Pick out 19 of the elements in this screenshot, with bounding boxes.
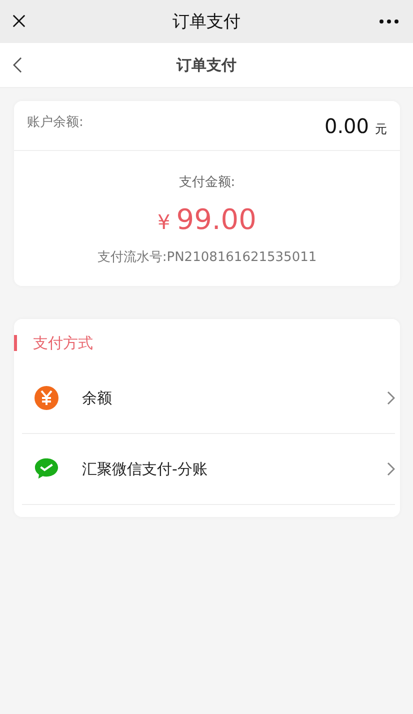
window-title: 订单支付: [172, 10, 240, 32]
chat-bubble-check-icon: [34, 457, 59, 481]
payment-amount: 99.00: [176, 203, 256, 236]
close-icon[interactable]: [12, 14, 26, 28]
chevron-right-icon: [387, 462, 395, 476]
payment-label: 支付金额:: [178, 174, 236, 191]
back-icon[interactable]: [13, 57, 22, 73]
page-title: 订单支付: [176, 56, 236, 74]
section-title: 支付方式: [33, 334, 93, 352]
currency-symbol: ¥: [158, 210, 170, 234]
payment-method-item[interactable]: 汇聚微信支付-分账: [22, 434, 395, 505]
payment-method-item[interactable]: 余额: [22, 363, 395, 434]
yen-coin-icon: [34, 386, 59, 410]
balance-label: 账户余额:: [27, 114, 84, 130]
serial-number: 支付流水号:PN2108161621535011: [97, 249, 317, 266]
more-icon[interactable]: [379, 18, 399, 24]
chevron-right-icon: [387, 391, 395, 405]
balance-value: 0.00: [324, 114, 369, 138]
currency-unit: 元: [375, 120, 387, 138]
